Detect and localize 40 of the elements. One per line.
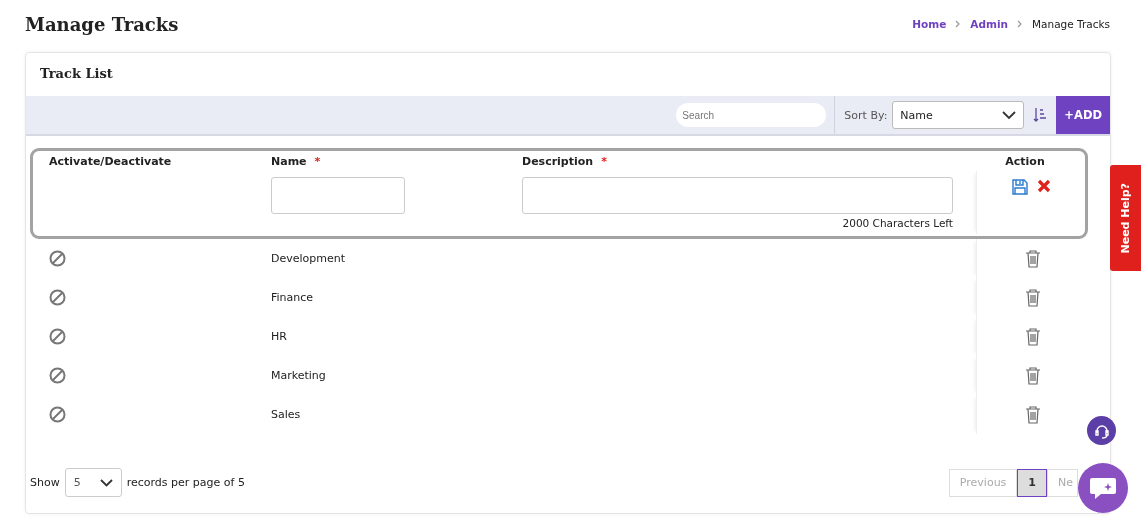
card-title: Track List — [39, 65, 114, 83]
track-name: Development — [271, 252, 347, 265]
sort-dropdown[interactable]: Name — [892, 101, 1025, 129]
trash-icon[interactable] — [1024, 366, 1041, 385]
track-name: Marketing — [271, 369, 327, 382]
column-header: Name — [271, 154, 307, 168]
track-name: Finance — [271, 291, 315, 304]
page-button[interactable]: 1 — [1017, 468, 1047, 497]
breadcrumb-current: Manage Tracks — [1032, 18, 1110, 30]
trash-icon[interactable] — [1024, 405, 1041, 424]
chevron-down-icon — [1002, 110, 1017, 120]
chevron-icon — [955, 20, 962, 28]
sort-label: Sort By: — [844, 108, 888, 122]
chevron-down-icon — [99, 478, 113, 487]
chat-icon[interactable] — [1078, 463, 1128, 513]
column-header: Activate/Deactivate — [49, 154, 172, 168]
add-button[interactable]: +ADD — [1056, 96, 1110, 134]
chevron-icon — [1017, 20, 1023, 28]
track-name: Sales — [271, 408, 302, 421]
trash-icon[interactable] — [1024, 249, 1041, 268]
headset-icon[interactable] — [1087, 416, 1116, 445]
page-size-dropdown[interactable]: 5 — [64, 468, 122, 497]
characters-left: 2000 Characters Left — [842, 217, 953, 229]
breadcrumb-link[interactable]: Admin — [970, 18, 1008, 30]
breadcrumb-link[interactable]: Home — [912, 18, 947, 30]
show-label: Show — [30, 476, 60, 489]
required-mark: * — [601, 154, 607, 168]
required-mark: * — [314, 154, 321, 168]
search-field[interactable]: Search — [676, 103, 827, 127]
records-text: records per page of 5 — [126, 476, 245, 489]
name-field[interactable] — [271, 177, 405, 214]
page-title: Manage Tracks — [25, 13, 179, 35]
sort-icon[interactable] — [1033, 107, 1048, 123]
column-header: Action — [1005, 154, 1045, 168]
trash-icon[interactable] — [1024, 288, 1041, 307]
help-tab[interactable]: Need Help? — [1110, 165, 1141, 271]
trash-icon[interactable] — [1024, 327, 1041, 346]
description-field[interactable] — [522, 177, 953, 214]
track-name: HR — [271, 330, 288, 343]
column-header: Description — [522, 154, 594, 168]
